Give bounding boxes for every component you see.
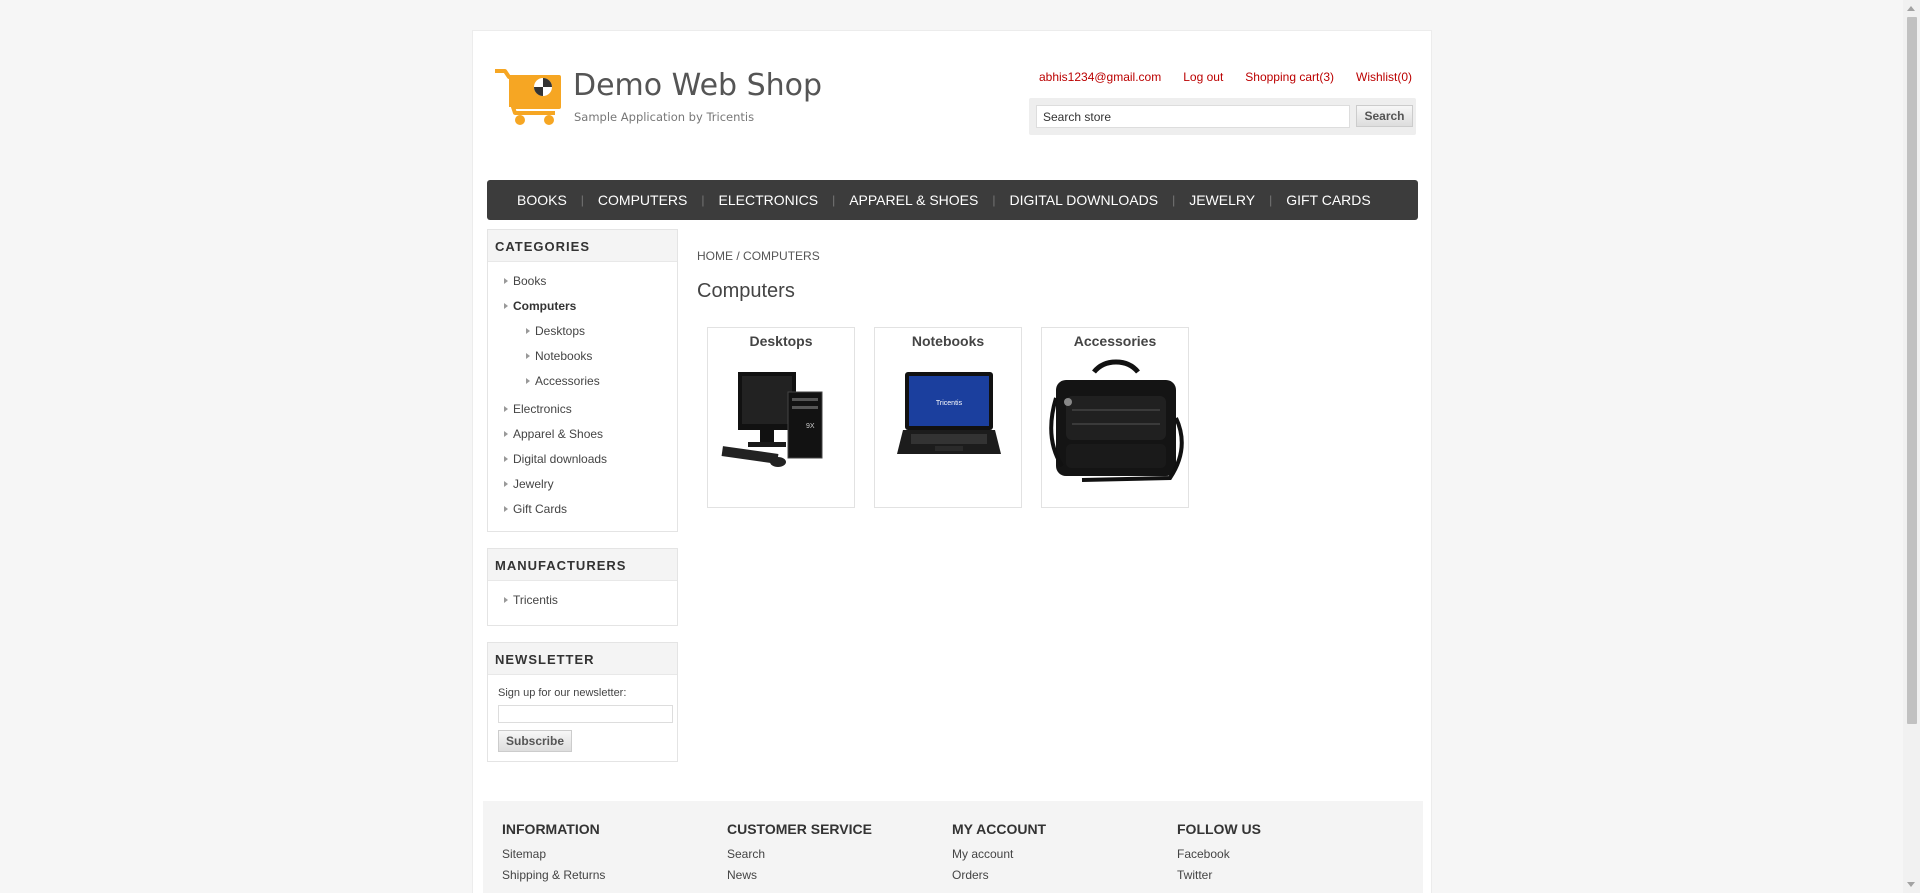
subscribe-button[interactable]: Subscribe (498, 729, 572, 752)
newsletter-block: NEWSLETTER Sign up for our newsletter: S… (487, 642, 678, 762)
footer-link-facebook[interactable]: Facebook (1177, 847, 1261, 868)
scroll-up-arrow-icon[interactable] (1907, 6, 1915, 11)
cart-logo-icon (495, 69, 561, 125)
footer: INFORMATION Sitemap Shipping & Returns C… (483, 801, 1423, 893)
footer-follow-us: FOLLOW US Facebook Twitter (1177, 821, 1261, 889)
subcategory-title[interactable]: Accessories (1042, 333, 1188, 349)
laptop-bag-image[interactable] (1042, 358, 1190, 498)
search-box: Search (1029, 98, 1416, 135)
manufacturers-block: MANUFACTURERS Tricentis (487, 548, 678, 626)
search-input[interactable] (1036, 105, 1350, 128)
scroll-down-arrow-icon[interactable] (1907, 882, 1915, 887)
footer-my-account: MY ACCOUNT My account Orders (952, 821, 1046, 889)
page-container: Demo Web Shop Sample Application by Tric… (472, 30, 1432, 893)
wishlist-link[interactable]: Wishlist(0) (1356, 70, 1412, 84)
category-accessories[interactable]: Accessories (488, 369, 677, 394)
notebook-image[interactable]: Tricentis (875, 358, 1023, 498)
shopping-cart-link[interactable]: Shopping cart(3) (1245, 70, 1334, 84)
header-links: abhis1234@gmail.com Log out Shopping car… (1039, 70, 1412, 84)
footer-customer-service: CUSTOMER SERVICE Search News (727, 821, 872, 889)
footer-link-news[interactable]: News (727, 868, 872, 889)
breadcrumb-home[interactable]: HOME (697, 249, 733, 263)
menu-item-gift-cards[interactable]: GIFT CARDS (1272, 180, 1385, 220)
categories-title: CATEGORIES (488, 230, 677, 262)
page-title: Computers (697, 280, 795, 302)
subcategory-title[interactable]: Desktops (708, 333, 854, 349)
category-digital-downloads[interactable]: Digital downloads (488, 447, 677, 472)
site-title: Demo Web Shop (573, 68, 823, 103)
vertical-scrollbar[interactable] (1903, 0, 1920, 893)
menu-item-digital-downloads[interactable]: DIGITAL DOWNLOADS (996, 180, 1173, 220)
category-gift-cards[interactable]: Gift Cards (488, 497, 677, 522)
categories-block: CATEGORIES Books Computers Desktops Note… (487, 229, 678, 532)
footer-information: INFORMATION Sitemap Shipping & Returns (502, 821, 605, 889)
footer-link-search[interactable]: Search (727, 847, 872, 868)
category-electronics[interactable]: Electronics (488, 397, 677, 422)
menu-item-apparel-shoes[interactable]: APPAREL & SHOES (835, 180, 992, 220)
category-desktops[interactable]: Desktops (488, 319, 677, 344)
newsletter-email-input[interactable] (498, 705, 673, 723)
logout-link[interactable]: Log out (1183, 70, 1223, 84)
top-menu: BOOKS | COMPUTERS | ELECTRONICS | APPARE… (487, 180, 1418, 220)
site-logo[interactable]: Demo Web Shop Sample Application by Tric… (493, 67, 822, 137)
breadcrumb: HOME / COMPUTERS (697, 249, 820, 263)
footer-customer-service-title: CUSTOMER SERVICE (727, 821, 872, 837)
footer-link-my-account[interactable]: My account (952, 847, 1046, 868)
category-notebooks[interactable]: Notebooks (488, 344, 677, 369)
footer-my-account-title: MY ACCOUNT (952, 821, 1047, 837)
menu-item-electronics[interactable]: ELECTRONICS (705, 180, 833, 220)
search-button[interactable]: Search (1356, 105, 1413, 127)
category-apparel-shoes[interactable]: Apparel & Shoes (488, 422, 677, 447)
subcategory-accessories[interactable]: Accessories (1041, 327, 1189, 508)
menu-item-jewelry[interactable]: JEWELRY (1175, 180, 1269, 220)
category-computers[interactable]: Computers (488, 294, 677, 319)
notebook-screen-text: Tricentis (936, 400, 963, 407)
footer-follow-us-title: FOLLOW US (1177, 821, 1261, 837)
footer-link-shipping-returns[interactable]: Shipping & Returns (502, 868, 605, 889)
footer-link-orders[interactable]: Orders (952, 868, 1046, 889)
svg-text:9X: 9X (806, 423, 815, 430)
subcategory-notebooks[interactable]: Notebooks Tricentis (874, 327, 1022, 508)
footer-link-twitter[interactable]: Twitter (1177, 868, 1261, 889)
scrollbar-thumb[interactable] (1907, 17, 1917, 724)
newsletter-title: NEWSLETTER (488, 643, 677, 675)
manufacturers-title: MANUFACTURERS (488, 549, 677, 581)
desktop-computer-image[interactable]: 9X (708, 358, 856, 498)
site-subtitle: Sample Application by Tricentis (574, 110, 755, 124)
breadcrumb-current: COMPUTERS (743, 249, 820, 263)
footer-link-sitemap[interactable]: Sitemap (502, 847, 605, 868)
category-books[interactable]: Books (488, 269, 677, 294)
subcategory-title[interactable]: Notebooks (875, 333, 1021, 349)
menu-item-computers[interactable]: COMPUTERS (584, 180, 701, 220)
manufacturer-tricentis[interactable]: Tricentis (488, 588, 677, 613)
breadcrumb-separator: / (736, 249, 740, 263)
category-jewelry[interactable]: Jewelry (488, 472, 677, 497)
menu-item-books[interactable]: BOOKS (503, 180, 581, 220)
account-link[interactable]: abhis1234@gmail.com (1039, 70, 1161, 84)
footer-information-title: INFORMATION (502, 821, 600, 837)
subcategory-desktops[interactable]: Desktops 9X (707, 327, 855, 508)
newsletter-label: Sign up for our newsletter: (498, 687, 627, 699)
